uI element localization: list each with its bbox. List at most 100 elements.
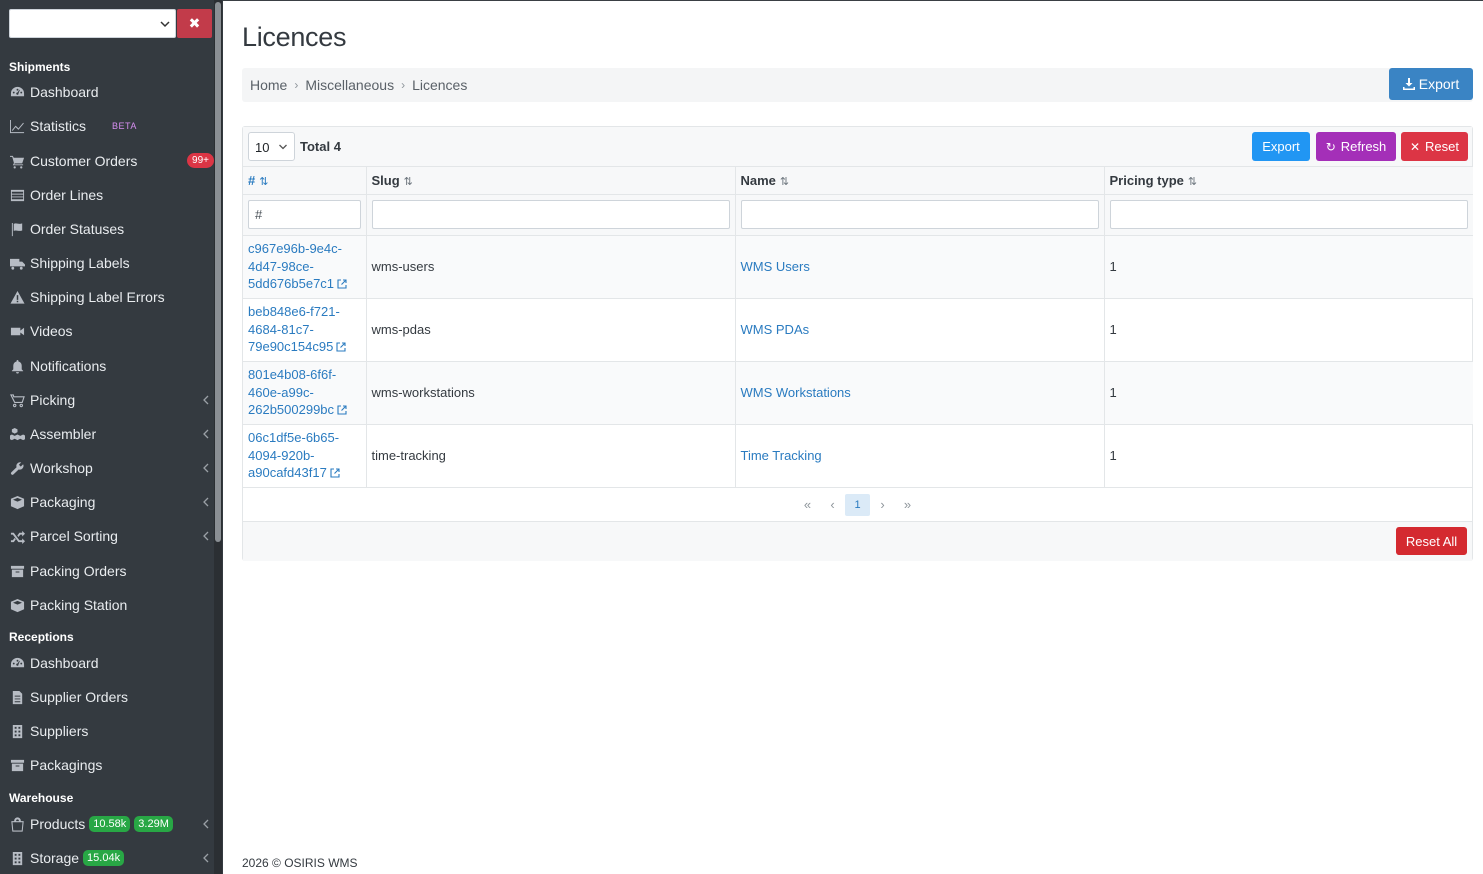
- sidebar-item-packagings[interactable]: Packagings: [9, 752, 214, 778]
- sidebar-item-customer-orders[interactable]: Customer Orders 99+: [9, 148, 214, 174]
- sidebar-item-supplier-orders[interactable]: Supplier Orders: [9, 684, 214, 710]
- sidebar-item-label: Dashboard: [30, 84, 99, 100]
- sidebar-item-storage[interactable]: Storage 15.04k: [9, 845, 214, 871]
- sidebar-item-products[interactable]: Products 10.58k 3.29M: [9, 811, 214, 837]
- filter-slug-input[interactable]: [371, 200, 730, 229]
- filter-cell: [735, 194, 1105, 236]
- sidebar-item-assembler[interactable]: Assembler: [9, 421, 214, 447]
- external-link-icon: [336, 339, 346, 352]
- cell-pricing-type: 1: [1104, 298, 1473, 362]
- table-header-row: # ⇅ Slug ⇅ Name ⇅ Pricing type ⇅: [243, 167, 1473, 195]
- truck-icon: [9, 256, 26, 271]
- sort-asc-icon: ⇅: [259, 175, 269, 188]
- filter-id-input[interactable]: [248, 200, 361, 229]
- cell-slug: wms-pdas: [366, 298, 736, 362]
- licence-id-part: 79e90c154c95: [248, 339, 334, 355]
- licence-id-link[interactable]: c967e96b-9e4c- 4d47-98ce- 5dd676b5e7c1: [248, 241, 347, 291]
- sidebar-select[interactable]: [9, 9, 176, 38]
- breadcrumb: Home › Miscellaneous › Licences: [250, 77, 467, 93]
- sidebar-item-order-lines[interactable]: Order Lines: [9, 182, 214, 208]
- refresh-button[interactable]: ↻ Refresh: [1316, 132, 1396, 161]
- sidebar-top-selector: ✖: [9, 9, 213, 38]
- chevron-down-icon: [279, 144, 287, 150]
- licence-name-link[interactable]: WMS Users: [741, 259, 810, 274]
- licence-id-part: beb848e6-f721-: [248, 304, 340, 320]
- external-link-icon: [337, 276, 347, 289]
- sidebar-item-shipping-label-errors[interactable]: Shipping Label Errors: [9, 284, 214, 310]
- sidebar-item-label: Dashboard: [30, 655, 99, 671]
- sidebar-item-parcel-sorting[interactable]: Parcel Sorting: [9, 523, 214, 549]
- cell-id: 801e4b08-6f6f- 460e-a99c- 262b500299bc: [243, 361, 367, 425]
- chevron-left-icon: [203, 429, 209, 439]
- sidebar-item-label: Assembler: [30, 426, 97, 442]
- reset-all-button[interactable]: Reset All: [1396, 527, 1467, 555]
- sidebar-item-packing-orders[interactable]: Packing Orders: [9, 558, 214, 584]
- licence-id-link[interactable]: 06c1df5e-6b65- 4094-920b-a90cafd43f17: [248, 430, 340, 480]
- section-receptions: Receptions: [9, 630, 74, 644]
- pagination-prev[interactable]: ‹: [820, 497, 845, 512]
- licence-name-link[interactable]: Time Tracking: [741, 448, 822, 463]
- export-button-top[interactable]: Export: [1389, 68, 1473, 100]
- export-button[interactable]: Export: [1252, 132, 1310, 161]
- sidebar-item-videos[interactable]: Videos: [9, 318, 214, 344]
- chevron-left-icon: [203, 531, 209, 541]
- column-header-slug[interactable]: Slug ⇅: [366, 167, 736, 195]
- reset-button[interactable]: ✕ Reset: [1401, 132, 1468, 161]
- sidebar-item-label: Parcel Sorting: [30, 528, 118, 544]
- table-row: 801e4b08-6f6f- 460e-a99c- 262b500299bc wms-…: [243, 361, 1473, 425]
- clear-selection-button[interactable]: ✖: [177, 9, 212, 38]
- licences-table: #⇅ Slug⇅ Name⇅ Pricing type⇅ c967e96b-9e…: [243, 167, 1473, 488]
- cell-name: Time Tracking: [735, 424, 1105, 488]
- chart-line-icon: [9, 119, 26, 134]
- chevron-left-icon: [203, 395, 209, 405]
- licence-id-link[interactable]: 801e4b08-6f6f- 460e-a99c- 262b500299bc: [248, 367, 347, 417]
- column-header-label: Pricing type: [1109, 172, 1184, 188]
- column-header-name[interactable]: Name ⇅: [735, 167, 1105, 195]
- sidebar-item-picking[interactable]: Picking: [9, 387, 214, 413]
- pagination-next[interactable]: ›: [870, 497, 895, 512]
- table-row: c967e96b-9e4c- 4d47-98ce- 5dd676b5e7c1 wms-…: [243, 235, 1473, 299]
- filter-name-input[interactable]: [740, 200, 1099, 229]
- sidebar-item-order-statuses[interactable]: Order Statuses: [9, 216, 214, 242]
- per-page-select[interactable]: 10: [248, 132, 295, 161]
- chevron-left-icon: [203, 853, 209, 863]
- breadcrumb-miscellaneous[interactable]: Miscellaneous: [305, 77, 394, 93]
- sidebar-scrollbar-thumb[interactable]: [215, 2, 221, 542]
- column-header-pricing-type[interactable]: Pricing type ⇅: [1104, 167, 1473, 195]
- sidebar-item-statistics[interactable]: Statistics BETA: [9, 113, 214, 139]
- pagination-first[interactable]: «: [795, 497, 820, 512]
- licence-id-link[interactable]: beb848e6-f721- 4684-81c7- 79e90c154c95: [248, 304, 346, 354]
- sidebar-item-label: Packaging: [30, 494, 96, 510]
- filter-pricing-type-input[interactable]: [1109, 200, 1468, 229]
- shopping-bag-icon: [9, 816, 26, 832]
- document-icon: [9, 690, 26, 705]
- building-icon: [9, 724, 26, 739]
- licence-name-link[interactable]: WMS Workstations: [741, 385, 851, 400]
- sidebar-item-label: Suppliers: [30, 723, 89, 739]
- sidebar-scrollbar[interactable]: [214, 0, 222, 874]
- sidebar-item-workshop[interactable]: Workshop: [9, 455, 214, 481]
- sidebar-item-packaging[interactable]: Packaging: [9, 489, 214, 515]
- pagination-page-current[interactable]: 1: [845, 493, 870, 516]
- sidebar-item-label: Packagings: [30, 757, 103, 773]
- column-header-id[interactable]: # ⇅: [243, 167, 367, 195]
- licence-id-part: 801e4b08-6f6f-: [248, 367, 337, 383]
- sidebar-item-receptions-dashboard[interactable]: Dashboard: [9, 650, 214, 676]
- bell-icon: [9, 359, 26, 374]
- sidebar-item-shipping-labels[interactable]: Shipping Labels: [9, 250, 214, 276]
- pagination-last[interactable]: »: [895, 497, 920, 512]
- chevron-left-icon: [203, 497, 209, 507]
- sidebar-item-suppliers[interactable]: Suppliers: [9, 718, 214, 744]
- warning-icon: [9, 290, 26, 305]
- top-border: [223, 0, 1483, 1]
- sidebar-item-dashboard[interactable]: Dashboard: [9, 79, 214, 105]
- breadcrumb-home[interactable]: Home: [250, 77, 287, 93]
- cell-name: WMS Users: [735, 235, 1105, 299]
- sidebar-item-label: Packing Orders: [30, 563, 127, 579]
- licence-name-link[interactable]: WMS PDAs: [741, 322, 810, 337]
- sidebar-item-packing-station[interactable]: Packing Station: [9, 592, 214, 618]
- column-header-label: Slug: [371, 172, 400, 188]
- sort-icon: ⇅: [403, 175, 413, 188]
- sidebar-item-notifications[interactable]: Notifications: [9, 353, 214, 379]
- page-title: Licences: [242, 22, 347, 52]
